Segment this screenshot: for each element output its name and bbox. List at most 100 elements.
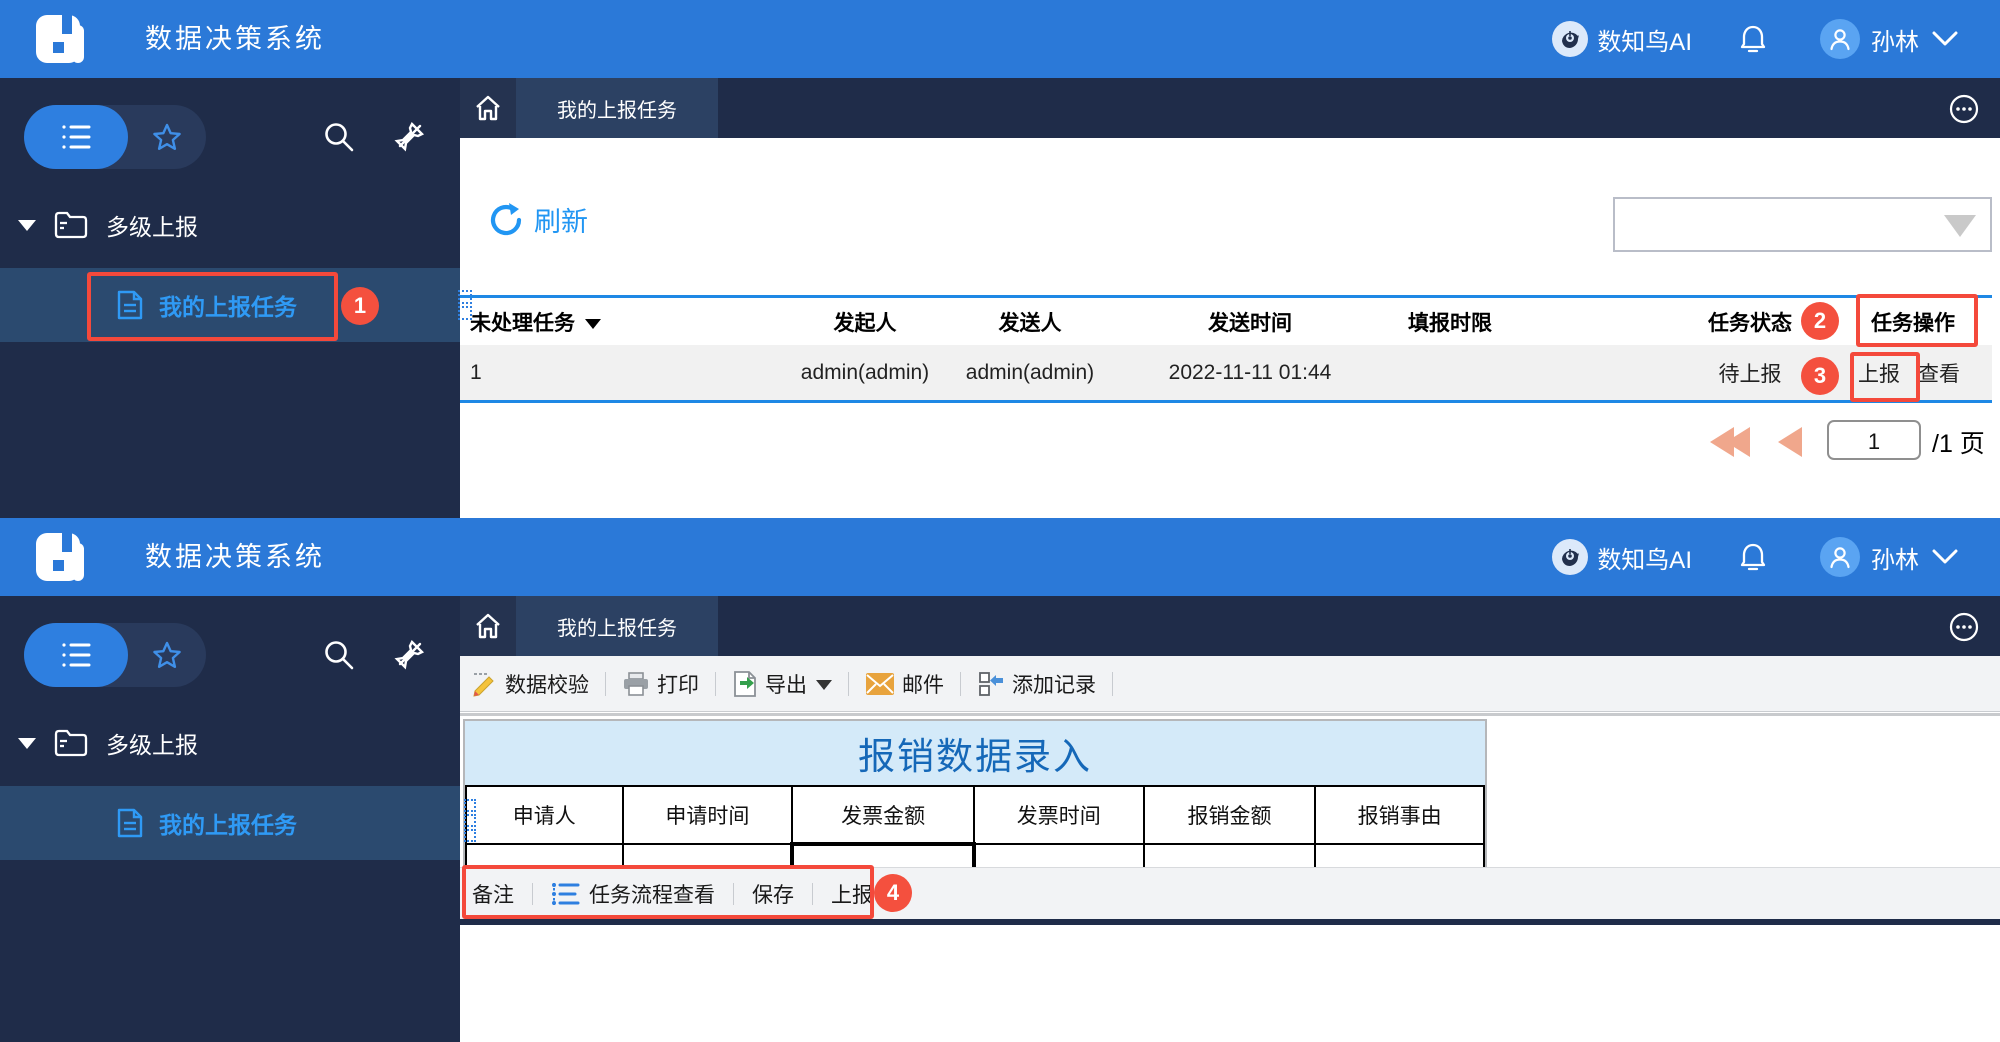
refresh-button[interactable]: 刷新 [487,200,588,239]
export-button[interactable]: 导出 [732,669,832,699]
col-sender: 发送人 [940,298,1120,345]
app-header: 数据决策系统 数知鸟AI 孙林 [0,0,2000,78]
sidebar-item-my-report-tasks[interactable]: 我的上报任务 [0,786,460,860]
sidebar-item-label: 我的上报任务 [159,806,297,840]
print-button[interactable]: 打印 [622,669,699,699]
form-col-invoice-time: 发票时间 [974,786,1144,844]
favorites-toggle[interactable] [128,623,206,687]
first-page-button[interactable] [1710,427,1742,457]
user-avatar[interactable] [1820,537,1860,577]
mail-button[interactable]: 邮件 [865,669,944,699]
chevron-down-icon[interactable] [1932,31,1958,47]
directory-list-toggle[interactable] [24,623,128,687]
report-canvas: 报销数据录入 申请人 申请时间 发票金额 发票时间 报销金额 报销事由 [460,713,2000,986]
sidebar-view-toggle [24,623,206,687]
app-title: 数据决策系统 [145,518,325,596]
col-pending-tasks[interactable]: 未处理任务 [470,298,800,345]
sidebar: 多级上报 我的上报任务 1 [0,78,460,518]
tab-my-report-tasks[interactable]: 我的上报任务 [516,78,718,138]
toolbar-divider [715,672,716,696]
folder-icon [54,728,88,758]
sidebar: 多级上报 我的上报任务 [0,596,460,1042]
action-view-link[interactable]: 查看 [1918,345,1974,400]
mail-icon [865,672,895,696]
report-title-banner: 报销数据录入 [465,721,1485,785]
report-title: 报销数据录入 [858,726,1092,780]
ai-bird-icon[interactable] [1552,21,1588,57]
document-icon [115,807,145,839]
selection-marker [464,799,476,844]
dropdown-caret-icon [1944,215,1976,237]
user-name[interactable]: 孙林 [1871,540,1919,575]
bottom-strip [460,919,2000,925]
tab-home[interactable] [460,78,516,138]
sidebar-group-label: 多级上报 [106,726,198,760]
tree-expand-caret-icon[interactable] [18,220,36,231]
search-icon[interactable] [322,638,356,677]
chevron-down-icon[interactable] [1932,549,1958,565]
report-toolbar: 数据校验 打印 导出 邮件 [460,656,2000,712]
prev-page-button[interactable] [1778,427,1802,462]
form-col-invoice-amount: 发票金额 [792,786,974,844]
cell-initiator: admin(admin) [790,345,940,400]
cell-sender: admin(admin) [940,345,1120,400]
export-dropdown-caret-icon[interactable] [816,680,832,690]
user-name[interactable]: 孙林 [1871,22,1919,57]
sidebar-group-multilevel-report[interactable]: 多级上报 [0,205,460,245]
unpin-icon[interactable] [390,118,428,161]
selection-marker [458,290,470,322]
pagination: 1 /1 页 [460,420,1992,464]
report-entry-panel: 数据决策系统 数知鸟AI 孙林 [0,518,2000,1042]
sort-caret-icon[interactable] [585,319,601,329]
refresh-label: 刷新 [534,200,588,239]
export-icon [732,670,758,698]
validate-data-button[interactable]: 数据校验 [472,669,589,699]
annotation-badge-2: 2 [1801,302,1839,340]
directory-list-toggle[interactable] [24,105,128,169]
validate-icon [472,671,498,697]
toolbar-divider [605,672,606,696]
form-col-reimburse-reason: 报销事由 [1315,786,1484,844]
col-send-time: 发送时间 [1120,298,1380,345]
annotation-box-step2 [1856,294,1978,347]
tab-more-icon[interactable] [1948,93,1980,130]
home-icon [473,93,503,123]
add-record-button[interactable]: 添加记录 [977,669,1096,699]
sidebar-view-toggle [24,105,206,169]
page-total-label: /1 页 [1932,424,1985,460]
annotation-badge-3: 3 [1801,357,1839,395]
form-col-reimburse-amount: 报销金额 [1144,786,1316,844]
notification-bell-icon[interactable] [1738,541,1768,573]
sidebar-group-multilevel-report[interactable]: 多级上报 [0,723,460,763]
toolbar-divider [1112,672,1113,696]
report-footer-toolbar: 备注 任务流程查看 保存 上报 4 [460,867,2000,919]
ai-label[interactable]: 数知鸟AI [1597,540,1692,575]
annotation-badge-4: 4 [874,874,912,912]
annotation-box-step4 [462,865,874,919]
add-record-icon [977,670,1005,698]
tree-expand-caret-icon[interactable] [18,738,36,749]
ai-label[interactable]: 数知鸟AI [1597,22,1692,57]
user-avatar[interactable] [1820,19,1860,59]
app-title: 数据决策系统 [145,0,325,78]
favorites-toggle[interactable] [128,105,206,169]
notification-bell-icon[interactable] [1738,23,1768,55]
unpin-icon[interactable] [390,636,428,679]
filter-dropdown[interactable] [1613,197,1992,252]
table-bottom-border [460,400,1992,403]
ai-bird-icon[interactable] [1552,539,1588,575]
app-logo-icon [36,533,84,581]
page-number-input[interactable]: 1 [1827,420,1921,460]
task-table-row[interactable]: 1 admin(admin) admin(admin) 2022-11-11 0… [460,345,1992,400]
folder-icon [54,210,88,240]
task-table-header: 未处理任务 发起人 发送人 发送时间 填报时限 任务状态 任务操作 [460,298,1992,345]
refresh-icon [487,201,525,239]
app-logo-icon [36,15,84,63]
sidebar-group-label: 多级上报 [106,208,198,242]
annotation-box-step3 [1850,352,1920,402]
search-icon[interactable] [322,120,356,159]
app-header: 数据决策系统 数知鸟AI 孙林 [0,518,2000,596]
tab-bar: 我的上报任务 [460,78,2000,138]
task-list-panel: 数据决策系统 数知鸟AI 孙林 [0,0,2000,518]
annotation-box-step1 [87,272,338,341]
